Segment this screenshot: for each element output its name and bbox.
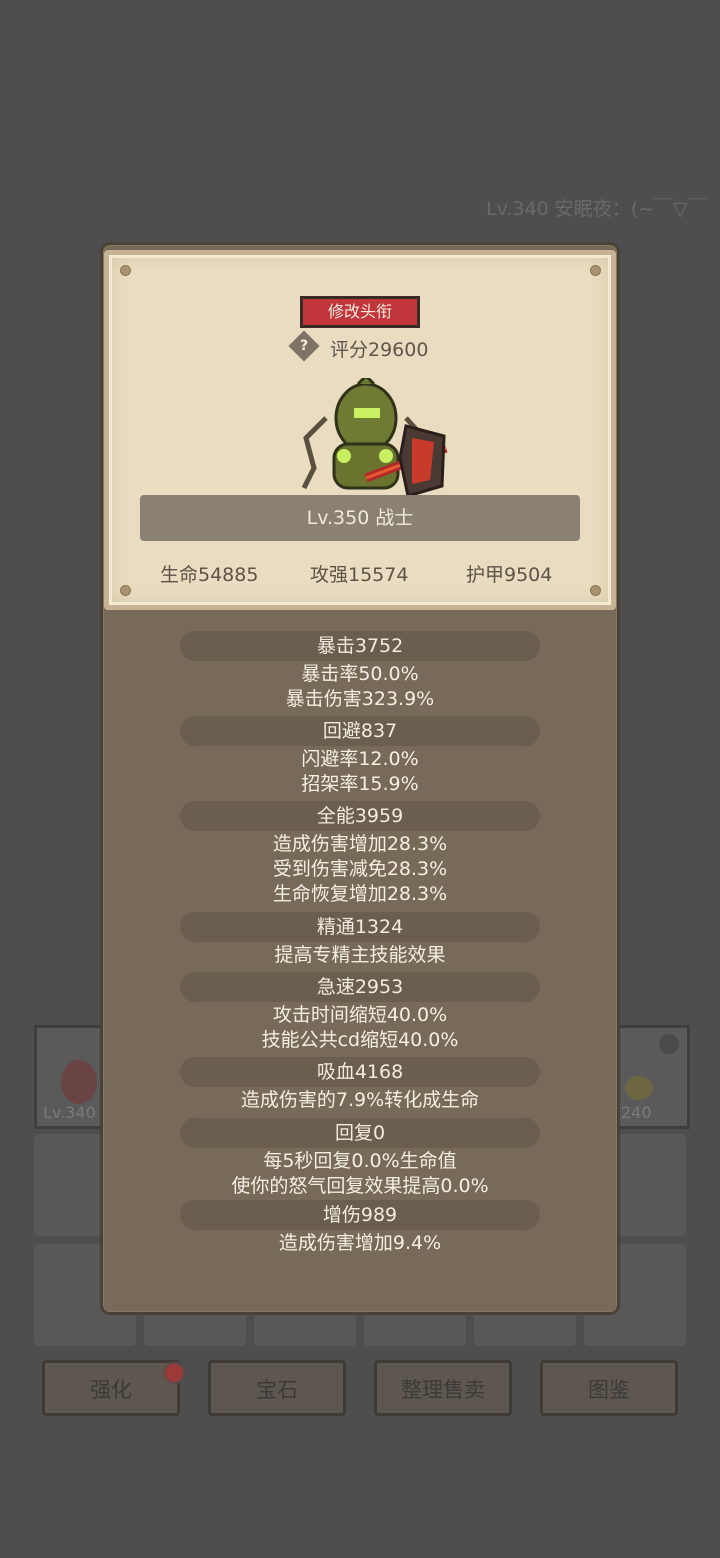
rivet-decoration bbox=[590, 585, 601, 596]
stat-group-header: 暴击3752 bbox=[180, 631, 540, 661]
equip-slot-right[interactable]: 240 bbox=[614, 1025, 690, 1129]
stat-group-header: 回复0 bbox=[180, 1118, 540, 1148]
stat-detail: 闪避率12.0% bbox=[301, 748, 419, 770]
equip-left-level: Lv.340 bbox=[43, 1103, 96, 1122]
stat-group-header: 回避837 bbox=[180, 716, 540, 746]
stat-group-header: 急速2953 bbox=[180, 972, 540, 1002]
codex-button[interactable]: 图鉴 bbox=[540, 1360, 678, 1416]
warrior-avatar-icon bbox=[301, 378, 448, 498]
stat-detail: 生命恢复增加28.3% bbox=[272, 883, 448, 905]
score-label: 评分29600 bbox=[330, 339, 429, 361]
help-icon-mark: ? bbox=[299, 338, 309, 354]
stat-detail: 造成伤害增加28.3% bbox=[272, 833, 448, 855]
stat-group-header: 增伤989 bbox=[180, 1200, 540, 1230]
attack-power-stat: 攻强15574 bbox=[310, 564, 409, 586]
equip-right-level: 240 bbox=[621, 1103, 652, 1122]
alert-badge-icon bbox=[163, 1362, 185, 1384]
stat-detail: 技能公共cd缩短40.0% bbox=[261, 1029, 459, 1051]
stat-detail: 受到伤害减免28.3% bbox=[272, 858, 448, 880]
character-name-bar: Lv.350 战士 bbox=[140, 495, 580, 541]
rivet-decoration bbox=[590, 265, 601, 276]
stat-detail: 提高专精主技能效果 bbox=[274, 944, 446, 966]
stat-detail: 造成伤害增加9.4% bbox=[278, 1232, 442, 1254]
edit-title-button[interactable]: 修改头衔 bbox=[300, 296, 420, 328]
stat-detail: 造成伤害的7.9%转化成生命 bbox=[240, 1089, 480, 1111]
heart-armor-icon bbox=[61, 1060, 97, 1104]
stat-detail: 使你的怒气回复效果提高0.0% bbox=[231, 1175, 489, 1197]
stat-detail: 招架率15.9% bbox=[301, 773, 419, 795]
enhance-button[interactable]: 强化 bbox=[42, 1360, 180, 1416]
stat-group-header: 全能3959 bbox=[180, 801, 540, 831]
stat-detail: 每5秒回复0.0%生命值 bbox=[263, 1150, 457, 1172]
rivet-decoration bbox=[120, 265, 131, 276]
stat-detail: 攻击时间缩短40.0% bbox=[272, 1004, 448, 1026]
armor-stat: 护甲9504 bbox=[466, 564, 553, 586]
equip-slot-left[interactable]: Lv.340 bbox=[34, 1025, 110, 1129]
stat-group-header: 精通1324 bbox=[180, 912, 540, 942]
gem-button[interactable]: 宝石 bbox=[208, 1360, 346, 1416]
stat-detail: 暴击率50.0% bbox=[301, 663, 419, 685]
hp-stat: 生命54885 bbox=[160, 564, 259, 586]
stat-group-header: 吸血4168 bbox=[180, 1057, 540, 1087]
background-player-header: Lv.340 安眠夜：(~￣▽￣ bbox=[486, 198, 707, 220]
stat-detail: 暴击伤害323.9% bbox=[285, 688, 435, 710]
sort-sell-button[interactable]: 整理售卖 bbox=[374, 1360, 512, 1416]
rivet-decoration bbox=[120, 585, 131, 596]
